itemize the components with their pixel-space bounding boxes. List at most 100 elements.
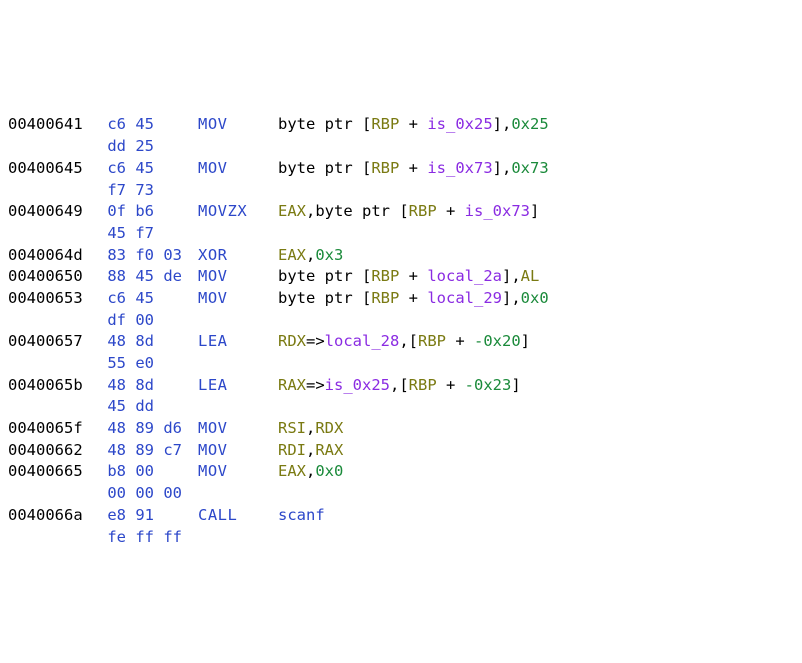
disasm-row[interactable]: 45 f7 (8, 223, 794, 245)
address (8, 310, 98, 332)
op-text: ,byte ptr [ (306, 202, 409, 220)
operands (278, 527, 794, 549)
operands: EAX,0x0 (278, 461, 794, 483)
op-text: + (437, 202, 465, 220)
function-name: scanf (278, 506, 325, 524)
variable: local_28 (325, 332, 400, 350)
op-text: , (306, 246, 315, 264)
mnemonic (198, 396, 278, 418)
disasm-row[interactable]: 0040065b 48 8dLEARAX=>is_0x25,[RBP + -0x… (8, 375, 794, 397)
disasm-row[interactable]: 00400665 b8 00MOVEAX,0x0 (8, 461, 794, 483)
register: RBP (418, 332, 446, 350)
address: 00400657 (8, 331, 98, 353)
disasm-row[interactable]: 00400662 48 89 c7MOVRDI,RAX (8, 440, 794, 462)
disasm-row[interactable]: 00400645 c6 45MOVbyte ptr [RBP + is_0x73… (8, 158, 794, 180)
operands: byte ptr [RBP + local_29],0x0 (278, 288, 794, 310)
number: 0x0 (521, 289, 549, 307)
mnemonic: MOV (198, 418, 278, 440)
register: RAX (315, 441, 343, 459)
disasm-row[interactable]: 00 00 00 (8, 483, 794, 505)
disasm-row[interactable]: df 00 (8, 310, 794, 332)
op-text: ], (493, 115, 512, 133)
op-text: ,[ (390, 376, 409, 394)
operands (278, 136, 794, 158)
disassembly-listing: 00400641 c6 45MOVbyte ptr [RBP + is_0x25… (0, 108, 802, 554)
address (8, 180, 98, 202)
register: AL (521, 267, 540, 285)
disasm-row[interactable]: f7 73 (8, 180, 794, 202)
operands (278, 310, 794, 332)
register: RDX (278, 332, 306, 350)
op-text: + (437, 376, 465, 394)
disasm-row[interactable]: 0040064d 83 f0 03XOREAX,0x3 (8, 245, 794, 267)
mnemonic: MOV (198, 158, 278, 180)
number: 0x25 (511, 115, 548, 133)
hex-bytes: c6 45 (98, 158, 198, 180)
op-text: ] (530, 202, 539, 220)
register: RBP (371, 289, 399, 307)
op-text: ,[ (399, 332, 418, 350)
disasm-row[interactable]: fe ff ff (8, 527, 794, 549)
disasm-row[interactable]: 55 e0 (8, 353, 794, 375)
number: 0x3 (315, 246, 343, 264)
mnemonic: CALL (198, 505, 278, 527)
register: RDX (315, 419, 343, 437)
hex-bytes: 83 f0 03 (98, 245, 198, 267)
hex-bytes: 55 e0 (98, 353, 198, 375)
address: 00400641 (8, 114, 98, 136)
op-text: ], (502, 267, 521, 285)
op-text: + (399, 289, 427, 307)
op-text: + (446, 332, 474, 350)
mnemonic (198, 527, 278, 549)
disasm-row[interactable]: 00400649 0f b6MOVZXEAX,byte ptr [RBP + i… (8, 201, 794, 223)
number: 0x0 (315, 462, 343, 480)
mnemonic: MOV (198, 114, 278, 136)
variable: is_0x73 (465, 202, 530, 220)
variable: is_0x25 (427, 115, 492, 133)
mnemonic: MOV (198, 288, 278, 310)
disasm-row[interactable]: 45 dd (8, 396, 794, 418)
disasm-row[interactable]: 0040065f 48 89 d6MOVRSI,RDX (8, 418, 794, 440)
op-text: byte ptr [ (278, 289, 371, 307)
variable: local_2a (427, 267, 502, 285)
operands (278, 180, 794, 202)
hex-bytes: 48 89 c7 (98, 440, 198, 462)
address (8, 527, 98, 549)
op-text: + (399, 115, 427, 133)
disasm-row[interactable]: dd 25 (8, 136, 794, 158)
disasm-row[interactable]: 00400653 c6 45MOVbyte ptr [RBP + local_2… (8, 288, 794, 310)
register: RBP (409, 376, 437, 394)
address (8, 353, 98, 375)
address: 00400662 (8, 440, 98, 462)
address: 00400645 (8, 158, 98, 180)
hex-bytes: e8 91 (98, 505, 198, 527)
op-text: + (399, 267, 427, 285)
variable: local_29 (427, 289, 502, 307)
disasm-row[interactable]: 00400650 88 45 deMOVbyte ptr [RBP + loca… (8, 266, 794, 288)
hex-bytes: df 00 (98, 310, 198, 332)
op-text: => (306, 332, 325, 350)
address: 0040065f (8, 418, 98, 440)
disasm-row[interactable]: 00400641 c6 45MOVbyte ptr [RBP + is_0x25… (8, 114, 794, 136)
op-text: , (306, 462, 315, 480)
operands: byte ptr [RBP + is_0x25],0x25 (278, 114, 794, 136)
register: RBP (409, 202, 437, 220)
hex-bytes: 48 8d (98, 375, 198, 397)
mnemonic (198, 483, 278, 505)
address: 0040064d (8, 245, 98, 267)
address: 00400650 (8, 266, 98, 288)
mnemonic (198, 353, 278, 375)
operands: RDX=>local_28,[RBP + -0x20] (278, 331, 794, 353)
number: -0x23 (465, 376, 512, 394)
operands (278, 483, 794, 505)
hex-bytes: 48 8d (98, 331, 198, 353)
op-text: + (399, 159, 427, 177)
mnemonic: MOV (198, 266, 278, 288)
mnemonic: MOV (198, 440, 278, 462)
register: EAX (278, 462, 306, 480)
disasm-row[interactable]: 0040066a e8 91CALLscanf (8, 505, 794, 527)
register: RBP (371, 115, 399, 133)
hex-bytes: fe ff ff (98, 527, 198, 549)
mnemonic (198, 180, 278, 202)
disasm-row[interactable]: 00400657 48 8dLEARDX=>local_28,[RBP + -0… (8, 331, 794, 353)
